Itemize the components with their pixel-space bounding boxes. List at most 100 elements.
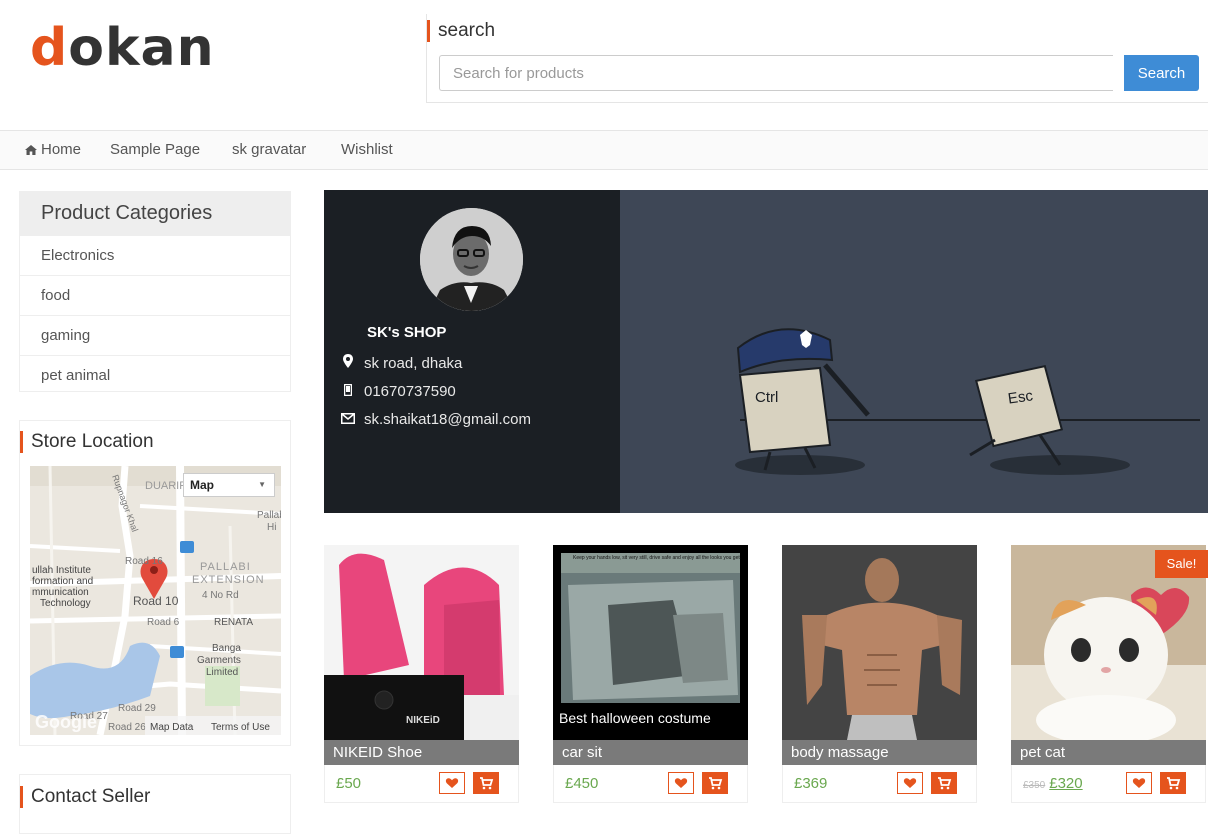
category-item[interactable]: Electronics	[20, 235, 290, 275]
nav-item-home[interactable]: Home	[25, 131, 81, 169]
cart-icon	[938, 777, 952, 790]
store-address: sk road, dhaka	[341, 354, 462, 374]
price-value: £450	[565, 775, 599, 792]
banner-key-label: Esc	[1007, 387, 1035, 407]
contact-seller-widget: Contact Seller	[19, 774, 291, 834]
add-to-cart-button[interactable]	[702, 772, 728, 794]
product-price: £450	[565, 775, 598, 793]
map-label: 4 No Rd	[202, 590, 239, 601]
map-google-logo: Google	[35, 712, 97, 732]
category-item[interactable]: gaming	[20, 315, 290, 355]
store-email: sk.shaikat18@gmail.com	[341, 410, 531, 430]
logo-text: okan	[68, 18, 215, 78]
price-value: £369	[794, 775, 828, 792]
add-to-cart-button[interactable]	[473, 772, 499, 794]
search-widget: search Search	[426, 14, 1208, 103]
product-price: £350 £320	[1023, 775, 1083, 795]
map-type-label: Map	[190, 478, 214, 492]
map-label: mmunication	[32, 587, 89, 598]
nav-item-sk-gravatar[interactable]: sk gravatar	[232, 131, 306, 169]
map-label: Road 16	[125, 556, 163, 567]
banner-illustration: Ctrl Esc	[735, 328, 1200, 475]
product-image-caption: Keep your hands low, sit very still, dri…	[573, 555, 741, 561]
map-label: Road 10	[133, 594, 179, 608]
heart-icon	[445, 778, 459, 788]
old-price: £350	[1023, 780, 1046, 791]
product-image-text: Best halloween costume	[559, 710, 711, 726]
sale-badge: Sale!	[1155, 550, 1208, 578]
product-name[interactable]: pet cat	[1011, 740, 1206, 765]
heart-icon	[1132, 778, 1146, 788]
map-label: Pallab	[257, 510, 281, 521]
site-logo[interactable]: dokan	[30, 18, 215, 78]
store-name: SK's SHOP	[367, 324, 447, 341]
map-data-link[interactable]: Map Data	[150, 722, 194, 733]
search-button[interactable]: Search	[1124, 55, 1199, 91]
store-map[interactable]: DUARIP Pallab Hi Road 16 Road 10 PALLABI…	[30, 466, 281, 735]
chevron-down-icon: ▼	[258, 480, 266, 489]
add-to-wishlist-button[interactable]	[439, 772, 465, 794]
map-label: Road 26	[108, 722, 146, 733]
store-phone-text: 01670737590	[364, 383, 456, 400]
map-label: DUARIP	[145, 480, 187, 492]
product-footer: £369	[782, 765, 977, 803]
product-card[interactable]: Keep your hands low, sit very still, dri…	[553, 545, 748, 803]
map-type-select[interactable]: Map ▼	[183, 473, 275, 497]
add-to-wishlist-button[interactable]	[897, 772, 923, 794]
nav-item-sample-page[interactable]: Sample Page	[110, 131, 200, 169]
heart-icon	[903, 778, 917, 788]
product-image[interactable]: NIKEiD	[324, 545, 519, 740]
envelope-icon	[341, 410, 355, 430]
cart-icon	[709, 777, 723, 790]
product-image[interactable]: Keep your hands low, sit very still, dri…	[553, 545, 748, 740]
map-label: Road 6	[147, 617, 180, 628]
store-location-widget: Store Location DUARIP Pallab Hi Road 16	[19, 420, 291, 746]
logo-first-letter: d	[30, 18, 69, 78]
banner-key-label: Ctrl	[755, 389, 778, 406]
heart-icon	[674, 778, 688, 788]
map-canvas: DUARIP Pallab Hi Road 16 Road 10 PALLABI…	[30, 466, 281, 735]
map-label: PALLABI	[200, 561, 251, 573]
nav-label-home: Home	[41, 141, 82, 158]
search-title: search	[427, 20, 495, 42]
product-name[interactable]: NIKEID Shoe	[324, 740, 519, 765]
add-to-wishlist-button[interactable]	[668, 772, 694, 794]
add-to-cart-button[interactable]	[931, 772, 957, 794]
map-terms-link[interactable]: Terms of Use	[211, 722, 270, 733]
map-label: Garments	[197, 655, 241, 666]
categories-title: Product Categories	[20, 192, 290, 235]
product-card[interactable]: body massage £369	[782, 545, 977, 803]
map-label: RENATA	[214, 617, 253, 628]
avatar	[420, 208, 523, 311]
map-label: formation and	[32, 576, 93, 587]
map-label: Road 29	[118, 703, 156, 714]
nav-item-wishlist[interactable]: Wishlist	[341, 131, 393, 169]
cart-icon	[1167, 777, 1181, 790]
search-input[interactable]	[439, 55, 1113, 91]
map-label: Limited	[206, 667, 238, 678]
map-marker-icon	[341, 354, 355, 374]
add-to-wishlist-button[interactable]	[1126, 772, 1152, 794]
map-label: ullah Institute	[32, 565, 91, 576]
mobile-phone-icon	[341, 382, 355, 402]
store-address-text: sk road, dhaka	[364, 355, 463, 372]
product-card[interactable]: NIKEiD NIKEID Shoe £50	[324, 545, 519, 803]
product-categories-widget: Product Categories Electronics food gami…	[19, 191, 291, 392]
product-footer: £450	[553, 765, 748, 803]
product-footer: £350 £320	[1011, 765, 1206, 803]
category-item[interactable]: pet animal	[20, 355, 290, 395]
product-image[interactable]	[782, 545, 977, 740]
product-name[interactable]: body massage	[782, 740, 977, 765]
store-location-title: Store Location	[20, 431, 154, 453]
price-value: £320	[1049, 775, 1083, 792]
main-nav: Home Sample Page sk gravatar Wishlist	[0, 130, 1208, 170]
product-card[interactable]: Sale! pet cat £350 £320	[1011, 545, 1208, 803]
add-to-cart-button[interactable]	[1160, 772, 1186, 794]
store-banner: SK's SHOP sk road, dhaka 01670737590 sk.…	[324, 190, 1208, 513]
store-profile: SK's SHOP sk road, dhaka 01670737590 sk.…	[324, 190, 620, 513]
category-item[interactable]: food	[20, 275, 290, 315]
home-icon	[25, 145, 37, 155]
product-name[interactable]: car sit	[553, 740, 748, 765]
map-label: Hi	[267, 522, 276, 533]
map-label: Banga	[212, 643, 241, 654]
